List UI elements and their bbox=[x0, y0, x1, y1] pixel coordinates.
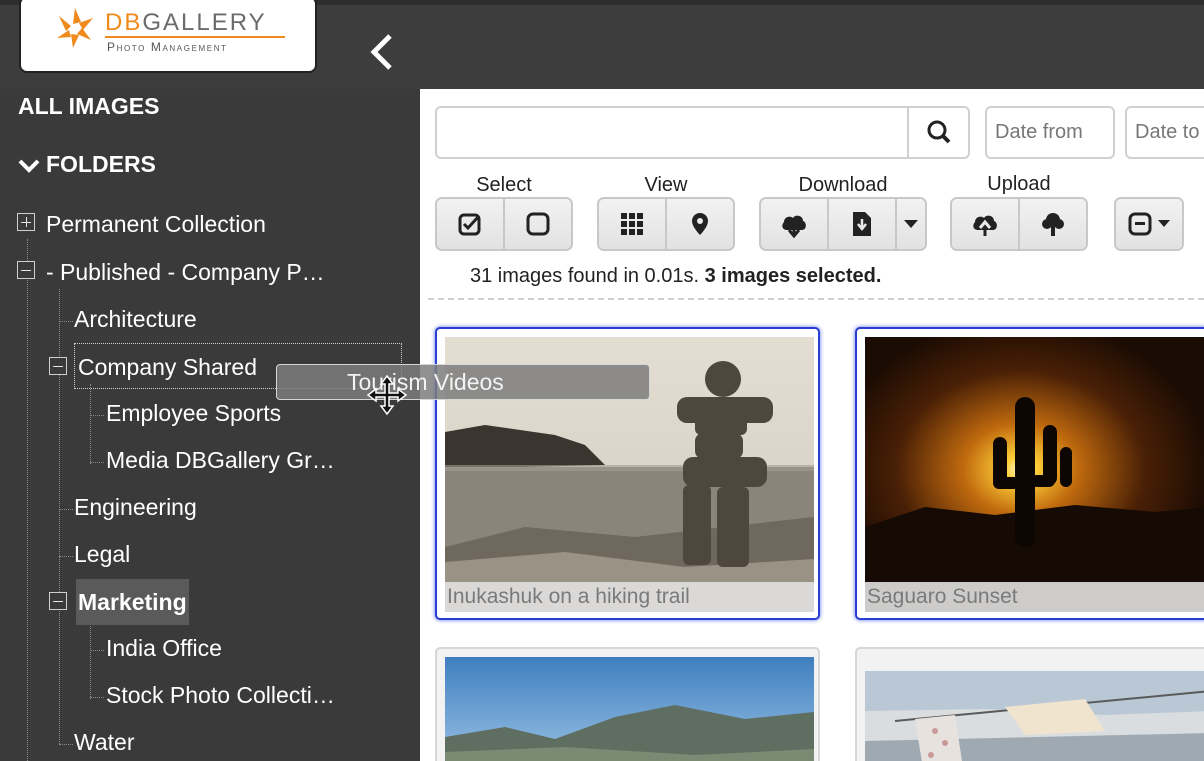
logo-title: DBGALLERY bbox=[105, 9, 267, 36]
folders-heading[interactable]: FOLDERS bbox=[18, 151, 156, 178]
expand-toggle[interactable] bbox=[17, 213, 35, 231]
tree-line bbox=[90, 697, 104, 698]
divider bbox=[428, 298, 1204, 300]
folder-label: Company Shared bbox=[78, 354, 257, 380]
download-group-label: Download bbox=[798, 174, 888, 196]
logo-rule bbox=[105, 36, 285, 38]
map-view-icon bbox=[692, 213, 708, 235]
tree-line bbox=[59, 744, 73, 745]
dropdown-caret-icon bbox=[1157, 220, 1170, 227]
select-all-icon bbox=[458, 213, 481, 236]
chevron-down-icon bbox=[18, 159, 40, 173]
image-card[interactable] bbox=[435, 647, 820, 761]
collapse-sidebar-button[interactable] bbox=[366, 32, 398, 72]
main-content: Select View bbox=[420, 89, 1204, 761]
image-card[interactable] bbox=[855, 647, 1204, 761]
image-card[interactable]: Saguaro Sunset bbox=[855, 327, 1204, 620]
saguaro-sunset-photo bbox=[865, 337, 1204, 612]
top-bar: DBGALLERY Photo Management bbox=[0, 0, 1204, 89]
upload-tree-button[interactable] bbox=[1020, 199, 1086, 249]
tree-line bbox=[59, 321, 73, 322]
folder-permanent-collection[interactable]: Permanent Collection bbox=[46, 211, 266, 238]
tree-line bbox=[90, 415, 104, 416]
deselect-icon bbox=[526, 212, 550, 236]
folder-published[interactable]: - Published - Company P… bbox=[46, 259, 325, 286]
collapse-toggle[interactable] bbox=[49, 592, 67, 610]
deselect-all-button[interactable] bbox=[505, 199, 571, 249]
image-caption: Inukashuk on a hiking trail bbox=[445, 582, 814, 612]
tree-line bbox=[90, 384, 91, 464]
search-icon bbox=[927, 120, 951, 144]
download-button-group bbox=[759, 197, 927, 251]
file-download-icon bbox=[853, 212, 871, 236]
folder-marketing[interactable]: Marketing bbox=[76, 579, 189, 625]
cloud-upload-icon bbox=[973, 215, 997, 236]
search-box bbox=[435, 106, 970, 159]
more-options-group bbox=[1114, 197, 1184, 251]
image-thumbnail bbox=[865, 671, 1204, 761]
tree-line bbox=[90, 650, 104, 651]
select-button-group bbox=[435, 197, 573, 251]
collapse-toggle[interactable] bbox=[49, 357, 67, 375]
grid-view-icon bbox=[621, 213, 643, 235]
folder-engineering[interactable]: Engineering bbox=[74, 494, 197, 521]
upload-cloud-button[interactable] bbox=[952, 199, 1020, 249]
tree-line bbox=[27, 239, 28, 761]
selected-count: 3 images selected. bbox=[704, 265, 882, 287]
folder-stock-photo[interactable]: Stock Photo Collecti… bbox=[106, 682, 335, 709]
folder-media-dbgallery[interactable]: Media DBGallery Gr… bbox=[106, 447, 335, 474]
landscape-photo bbox=[445, 657, 814, 761]
more-options-button[interactable] bbox=[1116, 199, 1182, 249]
download-file-button[interactable] bbox=[829, 199, 897, 249]
cloud-download-icon bbox=[782, 215, 806, 238]
date-from-input[interactable] bbox=[985, 106, 1115, 159]
date-to-input[interactable] bbox=[1125, 106, 1204, 159]
map-view-button[interactable] bbox=[667, 199, 733, 249]
drag-ghost: Tourism Videos bbox=[276, 364, 650, 400]
folder-water[interactable]: Water bbox=[74, 729, 135, 756]
upload-button-group bbox=[950, 197, 1088, 251]
image-thumbnail bbox=[445, 657, 814, 761]
prayer-flags-photo bbox=[865, 671, 1204, 761]
chevron-left-icon bbox=[370, 34, 392, 70]
search-input[interactable] bbox=[437, 108, 907, 157]
logo-subtitle: Photo Management bbox=[107, 40, 228, 54]
upload-group-label: Upload bbox=[987, 173, 1051, 195]
results-status: 31 images found in 0.01s. 3 images selec… bbox=[470, 265, 881, 288]
folder-employee-sports[interactable]: Employee Sports bbox=[106, 400, 281, 427]
grid-view-button[interactable] bbox=[599, 199, 667, 249]
select-group-label: Select bbox=[476, 174, 532, 196]
folder-architecture[interactable]: Architecture bbox=[74, 306, 197, 333]
image-thumbnail bbox=[865, 337, 1204, 612]
search-button[interactable] bbox=[907, 108, 968, 157]
tree-upload-icon bbox=[1042, 213, 1064, 236]
image-caption: Saguaro Sunset bbox=[865, 582, 1204, 612]
aperture-logo-icon bbox=[57, 8, 93, 48]
folders-label: FOLDERS bbox=[46, 151, 156, 177]
folder-india-office[interactable]: India Office bbox=[106, 635, 222, 662]
view-button-group bbox=[597, 197, 735, 251]
tree-line bbox=[90, 619, 91, 699]
results-count: 31 images found in 0.01s. bbox=[470, 265, 700, 287]
folder-legal[interactable]: Legal bbox=[74, 541, 130, 568]
tree-line bbox=[59, 556, 73, 557]
tree-line bbox=[90, 462, 104, 463]
collapse-toggle[interactable] bbox=[17, 261, 35, 279]
view-group-label: View bbox=[644, 174, 688, 196]
tree-line bbox=[59, 509, 73, 510]
move-cursor-icon bbox=[366, 374, 408, 416]
download-cloud-button[interactable] bbox=[761, 199, 829, 249]
dropdown-caret-icon bbox=[904, 220, 918, 228]
sidebar: ALL IMAGES FOLDERS Permanent Collection … bbox=[0, 89, 420, 761]
app-logo[interactable]: DBGALLERY Photo Management bbox=[19, 0, 317, 73]
menu-box-icon bbox=[1128, 212, 1151, 236]
all-images-link[interactable]: ALL IMAGES bbox=[18, 93, 159, 120]
download-options-button[interactable] bbox=[897, 199, 925, 249]
select-all-button[interactable] bbox=[437, 199, 505, 249]
